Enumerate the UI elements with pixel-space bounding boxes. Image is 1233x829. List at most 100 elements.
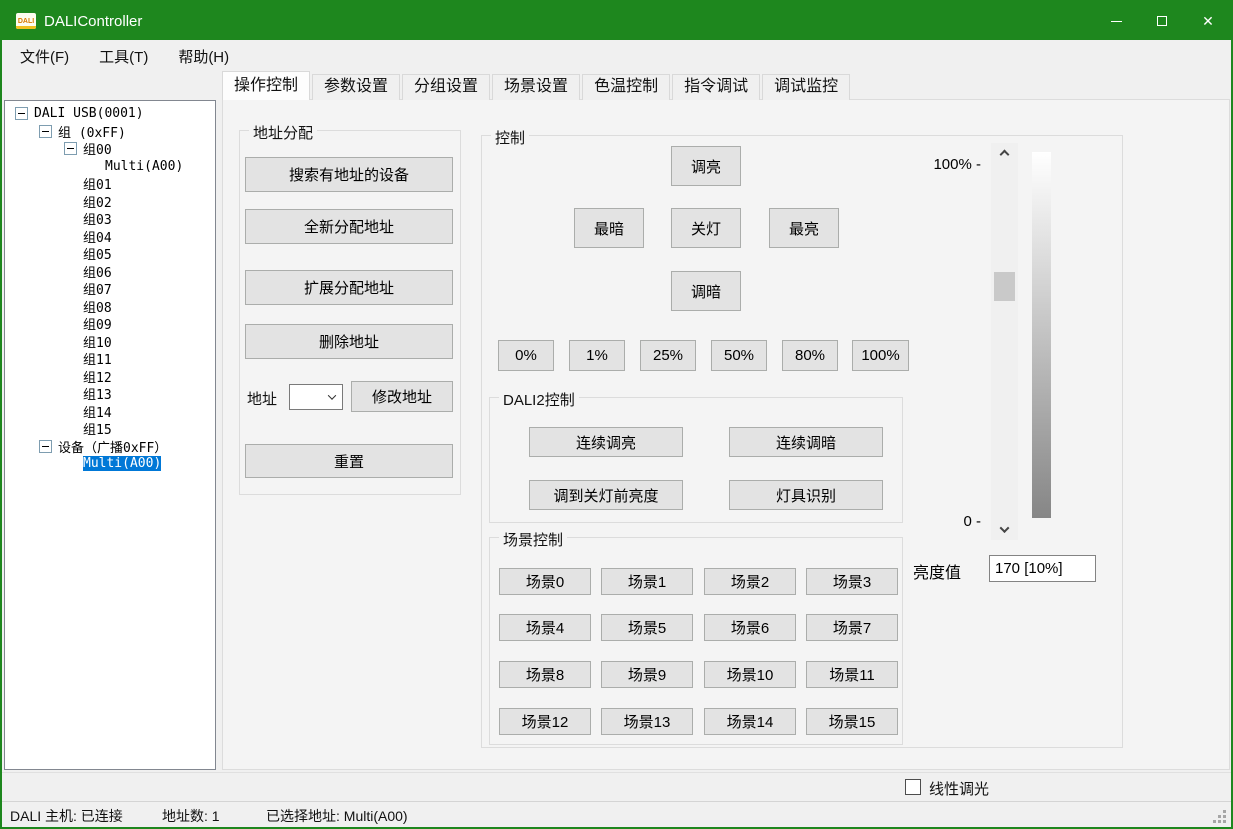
assign-new-address-button[interactable]: 全新分配地址 [245,209,453,244]
tree-collapse-icon[interactable] [64,142,77,155]
tree-item-multi-a00[interactable]: Multi(A00) [105,159,183,174]
tree-row[interactable]: 组10 [5,333,215,351]
tab-color-temp-control[interactable]: 色温控制 [582,74,670,100]
continuous-brighten-button[interactable]: 连续调亮 [529,427,683,457]
tree-item-group02[interactable]: 组02 [83,192,112,211]
tree-item-group08[interactable]: 组08 [83,297,112,316]
tree-row[interactable]: 组08 [5,298,215,316]
scene-14-button[interactable]: 场景14 [704,708,796,735]
scene-6-button[interactable]: 场景6 [704,614,796,641]
dim-button[interactable]: 调暗 [671,271,741,311]
tab-command-debug[interactable]: 指令调试 [672,74,760,100]
delete-address-button[interactable]: 删除地址 [245,324,453,359]
tab-parameter-settings[interactable]: 参数设置 [312,74,400,100]
tree-row[interactable]: 组03 [5,210,215,228]
tree-row[interactable]: 组13 [5,385,215,403]
lamp-identify-button[interactable]: 灯具识别 [729,480,883,510]
scroll-down-button[interactable] [991,518,1018,540]
tree-item-group09[interactable]: 组09 [83,314,112,333]
extend-assign-address-button[interactable]: 扩展分配地址 [245,270,453,305]
tree-item-group13[interactable]: 组13 [83,384,112,403]
tree-collapse-icon[interactable] [15,107,28,120]
scene-15-button[interactable]: 场景15 [806,708,898,735]
continuous-dim-button[interactable]: 连续调暗 [729,427,883,457]
scene-4-button[interactable]: 场景4 [499,614,591,641]
tree-row[interactable]: DALI USB(0001) [5,105,215,123]
tree-row[interactable]: 组04 [5,228,215,246]
menu-help[interactable]: 帮助(H) [178,46,229,67]
tree-item-dali-usb[interactable]: DALI USB(0001) [34,106,144,121]
tree-row[interactable]: 组07 [5,280,215,298]
scroll-up-button[interactable] [991,143,1018,165]
tab-grouping-settings[interactable]: 分组设置 [402,74,490,100]
tree-item-group12[interactable]: 组12 [83,367,112,386]
tree-item-group11[interactable]: 组11 [83,349,112,368]
search-addressed-devices-button[interactable]: 搜索有地址的设备 [245,157,453,192]
tree-row[interactable]: 组11 [5,350,215,368]
percent-25-button[interactable]: 25% [640,340,696,371]
tree-row[interactable]: 组12 [5,368,215,386]
tree-item-multi-a00-selected[interactable]: Multi(A00) [83,456,161,471]
tree-row[interactable]: 组05 [5,245,215,263]
tree-row[interactable]: 组14 [5,403,215,421]
percent-1-button[interactable]: 1% [569,340,625,371]
tree-row[interactable]: 组06 [5,263,215,281]
scrollbar-thumb[interactable] [994,272,1015,301]
tree-row[interactable]: 组00 [5,140,215,158]
tree-item-group07[interactable]: 组07 [83,279,112,298]
tree-item-group04[interactable]: 组04 [83,227,112,246]
tree-row[interactable]: 组09 [5,315,215,333]
tree-item-group05[interactable]: 组05 [83,244,112,263]
modify-address-button[interactable]: 修改地址 [351,381,453,412]
tree-item-group06[interactable]: 组06 [83,262,112,281]
scene-9-button[interactable]: 场景9 [601,661,693,688]
percent-100-button[interactable]: 100% [852,340,909,371]
tab-scene-settings[interactable]: 场景设置 [492,74,580,100]
scene-5-button[interactable]: 场景5 [601,614,693,641]
tree-item-device-broadcast[interactable]: 设备（广播0xFF） [58,437,167,456]
goto-last-level-button[interactable]: 调到关灯前亮度 [529,480,683,510]
scene-1-button[interactable]: 场景1 [601,568,693,595]
tree-item-group03[interactable]: 组03 [83,209,112,228]
scene-2-button[interactable]: 场景2 [704,568,796,595]
tree-row[interactable]: Multi(A00) [5,455,215,473]
light-off-button[interactable]: 关灯 [671,208,741,248]
tree-collapse-icon[interactable] [39,440,52,453]
reset-button[interactable]: 重置 [245,444,453,478]
percent-0-button[interactable]: 0% [498,340,554,371]
tree-row[interactable]: 组02 [5,193,215,211]
tree-item-group15[interactable]: 组15 [83,419,112,438]
tree-row[interactable]: Multi(A00) [5,158,215,176]
scene-12-button[interactable]: 场景12 [499,708,591,735]
darkest-button[interactable]: 最暗 [574,208,644,248]
brightest-button[interactable]: 最亮 [769,208,839,248]
scene-7-button[interactable]: 场景7 [806,614,898,641]
tab-debug-monitor[interactable]: 调试监控 [762,74,850,100]
linear-dimming-checkbox[interactable] [905,779,921,795]
scene-10-button[interactable]: 场景10 [704,661,796,688]
tree-item-group-root[interactable]: 组 (0xFF) [58,122,126,141]
scene-3-button[interactable]: 场景3 [806,568,898,595]
scene-8-button[interactable]: 场景8 [499,661,591,688]
tree-row[interactable]: 组 (0xFF) [5,123,215,141]
tree-item-group00[interactable]: 组00 [83,139,112,158]
percent-50-button[interactable]: 50% [711,340,767,371]
close-button[interactable]: ✕ [1185,2,1231,40]
brightness-scrollbar[interactable] [991,143,1018,540]
tree-item-group10[interactable]: 组10 [83,332,112,351]
scene-11-button[interactable]: 场景11 [806,661,898,688]
brighten-button[interactable]: 调亮 [671,146,741,186]
tree-row[interactable]: 组15 [5,420,215,438]
minimize-button[interactable] [1093,2,1139,40]
scene-13-button[interactable]: 场景13 [601,708,693,735]
address-combobox[interactable] [289,384,343,410]
maximize-button[interactable] [1139,2,1185,40]
tab-operation-control[interactable]: 操作控制 [222,71,310,100]
menu-file[interactable]: 文件(F) [20,46,69,67]
tree-item-group14[interactable]: 组14 [83,402,112,421]
percent-80-button[interactable]: 80% [782,340,838,371]
resize-grip-icon[interactable] [1223,820,1226,823]
menu-tools[interactable]: 工具(T) [99,46,148,67]
scene-0-button[interactable]: 场景0 [499,568,591,595]
tree-item-group01[interactable]: 组01 [83,174,112,193]
